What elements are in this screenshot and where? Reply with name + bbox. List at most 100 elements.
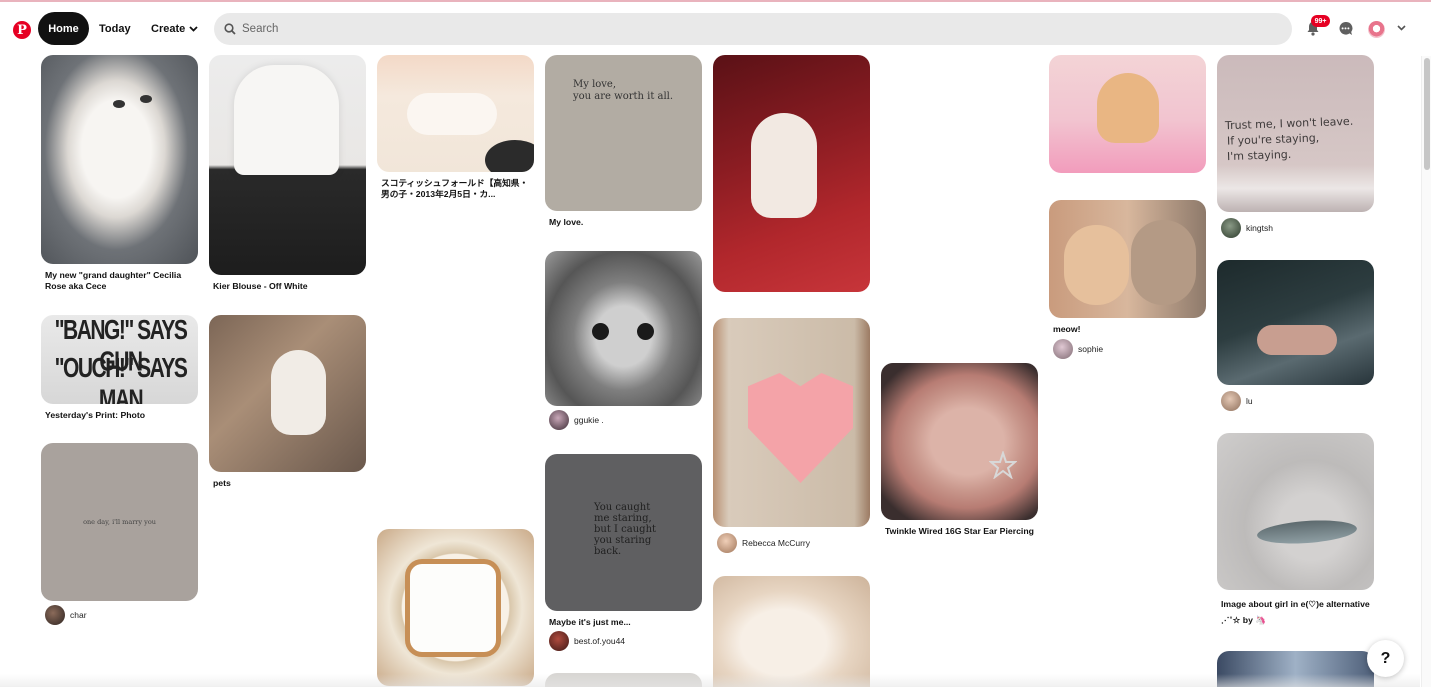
pin-title: meow!	[1053, 324, 1081, 334]
pin-card[interactable]: スコティッシュフォールド【高知県・男の子・2013年2月5日・カ...	[377, 55, 534, 200]
pin-card[interactable]: Image about girl in e(♡)e alternative ⋰˚…	[1217, 433, 1374, 628]
kitten-eye	[592, 323, 609, 340]
kitten-eye	[140, 95, 152, 103]
pin-author[interactable]: Rebecca McCurry	[713, 533, 870, 553]
pin-author[interactable]: ggukie .	[545, 410, 702, 430]
notifications-badge: 99+	[1311, 15, 1330, 27]
pin-card[interactable]: lu	[1217, 260, 1374, 411]
pin-image[interactable]	[1217, 433, 1374, 590]
page-scrollbar[interactable]	[1421, 56, 1431, 687]
nav-today-button[interactable]: Today	[99, 12, 131, 45]
pin-image-text: one day, i'll marry you	[83, 518, 156, 526]
hands-shape	[1257, 325, 1337, 355]
pin-card[interactable]: Kier Blouse - Off White	[209, 55, 366, 292]
pin-image-text: you staring	[594, 535, 652, 546]
pin-title: My love.	[549, 217, 584, 227]
pin-card[interactable]: You caught me staring, but I caught you …	[545, 454, 702, 651]
pin-title: Yesterday's Print: Photo	[45, 410, 146, 420]
pinterest-logo-icon[interactable]: P	[13, 21, 31, 39]
account-chevron-down-icon[interactable]	[1392, 19, 1410, 37]
pin-image-text: you are worth it all.	[573, 91, 674, 102]
pin-card[interactable]: pets	[209, 315, 366, 489]
pin-card[interactable]	[713, 576, 870, 687]
pin-title: My new "grand daughter" Cecilia Rose aka…	[45, 270, 182, 291]
pin-card[interactable]	[713, 55, 870, 292]
pin-author[interactable]: sophie	[1049, 339, 1206, 359]
pin-card[interactable]: meow! sophie	[1049, 200, 1206, 359]
nav-create-button[interactable]: Create	[151, 12, 198, 45]
pin-image[interactable]	[41, 55, 198, 264]
profile-avatar[interactable]	[1368, 21, 1385, 38]
pin-author-name: lu	[1246, 396, 1253, 406]
pin-author-name: Rebecca McCurry	[742, 538, 811, 548]
pin-image[interactable]	[377, 529, 534, 686]
avatar	[549, 410, 569, 430]
pin-image-text: back.	[594, 546, 622, 557]
pin-image[interactable]	[881, 363, 1038, 520]
pin-image-text: My love,	[573, 79, 617, 90]
avatar	[717, 533, 737, 553]
pin-author-name: char	[70, 610, 87, 620]
help-button[interactable]: ?	[1367, 640, 1404, 677]
pin-author-name: ggukie .	[574, 415, 604, 425]
pin-image[interactable]	[1049, 55, 1206, 173]
chevron-down-icon	[189, 25, 198, 32]
star-earring-icon	[989, 451, 1017, 479]
chat-icon[interactable]	[1336, 19, 1354, 37]
pin-image-text: You caught	[594, 502, 651, 513]
toast-shape	[410, 564, 496, 652]
pin-image[interactable]: "BANG!" SAYS GUN "OUCH!" SAYS MAN	[41, 315, 198, 404]
pin-image[interactable]: You caught me staring, but I caught you …	[545, 454, 702, 611]
search-bar[interactable]	[214, 13, 1292, 45]
shadow-shape	[485, 140, 534, 172]
pin-image[interactable]	[1049, 200, 1206, 318]
pin-author-name: best.of.you44	[574, 636, 626, 646]
pin-image[interactable]	[713, 576, 870, 687]
blouse-shape	[234, 65, 339, 175]
pin-image[interactable]	[1217, 260, 1374, 385]
scrollbar-thumb[interactable]	[1424, 58, 1430, 170]
pin-image[interactable]	[377, 55, 534, 172]
pin-card[interactable]: My love, you are worth it all. My love.	[545, 55, 702, 228]
pin-author[interactable]: lu	[1217, 391, 1374, 411]
pin-title: Image about girl in e(♡)e alternative ⋰˚…	[1221, 599, 1370, 625]
pin-author[interactable]: best.of.you44	[545, 631, 702, 651]
pin-image[interactable]	[713, 55, 870, 292]
pin-image[interactable]	[545, 251, 702, 406]
nav-home-button[interactable]: Home	[38, 12, 89, 45]
kitten-eye	[113, 100, 125, 108]
pin-image-text: If you're staying,	[1226, 131, 1320, 148]
kitten-shape	[1064, 225, 1129, 305]
pin-title: スコティッシュフォールド【高知県・男の子・2013年2月5日・カ...	[381, 178, 529, 199]
pin-card[interactable]: ggukie .	[545, 251, 702, 430]
pin-image[interactable]	[713, 318, 870, 527]
pin-card[interactable]: "BANG!" SAYS GUN "OUCH!" SAYS MAN Yester…	[41, 315, 198, 421]
kitten-eye	[637, 323, 654, 340]
pin-image[interactable]	[209, 315, 366, 472]
kitten-shape	[407, 93, 497, 135]
cat-shape	[271, 350, 326, 435]
pin-card[interactable]	[1049, 55, 1206, 173]
pin-card[interactable]: Rebecca McCurry	[713, 318, 870, 553]
pin-author-name: kingtsh	[1246, 223, 1273, 233]
search-icon	[224, 23, 236, 35]
pin-author[interactable]: kingtsh	[1217, 218, 1374, 238]
pin-card[interactable]: Twinkle Wired 16G Star Ear Piercing	[881, 363, 1038, 537]
pin-author[interactable]: char	[41, 605, 198, 625]
pin-card[interactable]	[377, 529, 534, 686]
search-input[interactable]	[242, 23, 1142, 35]
pin-author-name: sophie	[1078, 344, 1104, 354]
kitten-shape	[1131, 220, 1196, 305]
pin-image[interactable]: Trust me, I won't leave. If you're stayi…	[1217, 55, 1374, 212]
pin-card[interactable]: My new "grand daughter" Cecilia Rose aka…	[41, 55, 198, 292]
pin-image[interactable]: one day, i'll marry you	[41, 443, 198, 601]
heart-notes-shape	[748, 373, 853, 483]
pin-card[interactable]: Trust me, I won't leave. If you're stayi…	[1217, 55, 1374, 238]
pin-card[interactable]: one day, i'll marry you char	[41, 443, 198, 625]
pin-image[interactable]: My love, you are worth it all.	[545, 55, 702, 211]
pin-title: Maybe it's just me...	[549, 617, 631, 627]
pin-image-text: I'm staying.	[1226, 147, 1292, 164]
top-navigation: P Home Today Create 99+	[0, 2, 1431, 56]
pin-image[interactable]	[209, 55, 366, 275]
nav-create-label: Create	[151, 22, 186, 35]
